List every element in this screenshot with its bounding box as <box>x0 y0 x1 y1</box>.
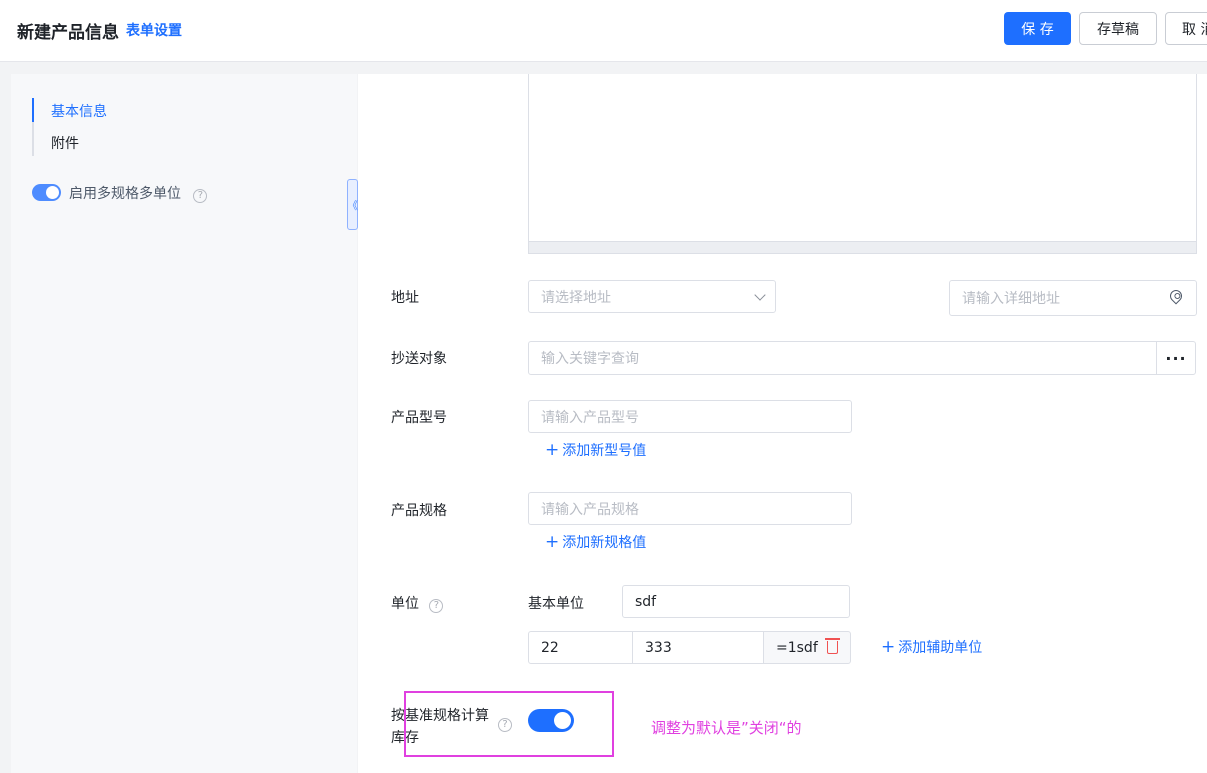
spec-label: 产品规格 <box>391 503 447 519</box>
collapse-icon[interactable]: 《 <box>347 179 358 230</box>
plus-icon: + <box>881 637 896 657</box>
form-settings-link[interactable]: 表单设置 <box>126 20 182 40</box>
aux-unit-name-value: 333 <box>645 639 672 656</box>
address-select[interactable]: 请选择地址 <box>528 280 776 313</box>
aux-unit-ratio-text: =1sdf <box>776 639 818 656</box>
plus-icon: + <box>545 440 560 460</box>
unit-label: 单位 ? <box>391 593 444 613</box>
model-label: 产品型号 <box>391 410 447 426</box>
add-model-button[interactable]: + 添加新型号值 <box>545 440 646 460</box>
address-select-placeholder: 请选择地址 <box>541 289 611 306</box>
spec-placeholder: 请输入产品规格 <box>541 501 639 518</box>
address-detail-input[interactable]: 请输入详细地址 <box>949 280 1197 316</box>
cc-search-input[interactable]: 输入关键字查询 <box>528 341 1157 375</box>
cc-search-placeholder: 输入关键字查询 <box>541 351 639 367</box>
aux-unit-ratio: =1sdf <box>763 631 851 664</box>
multi-spec-toggle[interactable] <box>32 184 61 201</box>
base-unit-label: 基本单位 <box>528 596 584 612</box>
annotation-text: 调整为默认是”关闭“的 <box>651 719 802 737</box>
sidebar-item-basic-info[interactable]: 基本信息 <box>51 101 107 121</box>
nav-active-indicator <box>32 98 34 122</box>
save-draft-button[interactable]: 存草稿 <box>1079 12 1157 45</box>
add-aux-unit-label: 添加辅助单位 <box>898 640 983 656</box>
model-input[interactable]: 请输入产品型号 <box>528 400 852 433</box>
address-detail-placeholder: 请输入详细地址 <box>962 291 1060 307</box>
trash-icon[interactable] <box>824 638 840 654</box>
add-spec-label: 添加新规格值 <box>562 535 647 551</box>
model-placeholder: 请输入产品型号 <box>541 409 639 426</box>
sidebar: 基本信息 附件 启用多规格多单位 ? <box>11 74 357 773</box>
textarea-footer <box>529 241 1196 253</box>
base-unit-input[interactable]: sdf <box>622 585 850 618</box>
aux-unit-qty-value: 22 <box>541 639 559 656</box>
multi-spec-label-text: 启用多规格多单位 <box>69 186 181 202</box>
plus-icon: + <box>545 532 560 552</box>
address-label: 地址 <box>391 290 419 306</box>
page-header: 新建产品信息 表单设置 保 存 存草稿 取 消 <box>0 0 1207 62</box>
chevron-down-icon <box>754 289 766 301</box>
page-title: 新建产品信息 <box>17 23 119 43</box>
textarea-field[interactable] <box>528 74 1197 254</box>
more-icon[interactable]: ··· <box>1156 341 1196 375</box>
location-pin-icon <box>1167 287 1185 305</box>
base-unit-value: sdf <box>635 593 657 610</box>
multi-spec-toggle-label: 启用多规格多单位 ? <box>69 183 208 203</box>
unit-label-text: 单位 <box>391 596 419 612</box>
save-button[interactable]: 保 存 <box>1004 12 1071 45</box>
help-icon[interactable]: ? <box>429 599 444 613</box>
add-spec-button[interactable]: + 添加新规格值 <box>545 532 646 552</box>
help-icon[interactable]: ? <box>193 189 208 203</box>
toggle-knob <box>46 186 59 199</box>
sidebar-item-attachments[interactable]: 附件 <box>51 133 79 153</box>
cancel-button[interactable]: 取 消 <box>1165 12 1207 45</box>
add-aux-unit-button[interactable]: + 添加辅助单位 <box>881 637 982 657</box>
add-model-label: 添加新型号值 <box>562 443 647 459</box>
aux-unit-qty-input[interactable]: 22 <box>528 631 633 664</box>
cc-label: 抄送对象 <box>391 351 447 367</box>
spec-input[interactable]: 请输入产品规格 <box>528 492 852 525</box>
annotation-highlight-box <box>404 691 614 757</box>
aux-unit-name-input[interactable]: 333 <box>632 631 764 664</box>
